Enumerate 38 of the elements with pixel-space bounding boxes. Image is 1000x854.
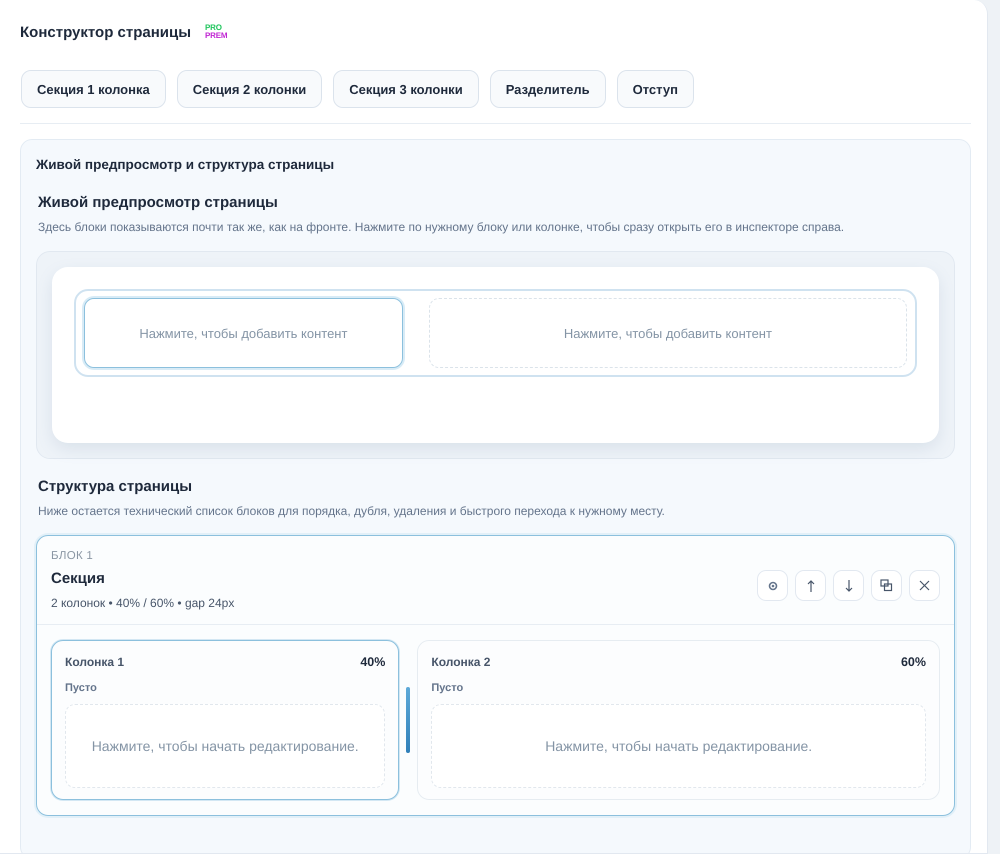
column-width: 40% bbox=[360, 655, 386, 669]
block-title: Секция bbox=[51, 570, 106, 587]
edit-hint: Нажмите, чтобы начать редактирование. bbox=[92, 738, 359, 754]
block-meta: 2 колонок • 40% / 60% • gap 24px bbox=[51, 596, 234, 610]
section-description: Здесь блоки показываются почти так же, как на фронте. Нажмите по нужному блоку или колонке, чтобы сразу открыть его в инспекторе справа. bbox=[38, 220, 846, 234]
add-content-hint: Нажмите, чтобы добавить контент bbox=[564, 326, 772, 340]
add-content-hint: Нажмите, чтобы добавить контент bbox=[139, 326, 348, 340]
resize-handle[interactable] bbox=[406, 687, 410, 753]
add-block-button[interactable]: Секция 3 колонки bbox=[333, 70, 479, 108]
arrow-up-icon bbox=[806, 578, 814, 592]
page-title: Конструктор страницы bbox=[20, 24, 192, 40]
add-block-button[interactable]: Отступ bbox=[616, 70, 694, 108]
duplicate-button[interactable] bbox=[871, 570, 902, 601]
column-card[interactable]: Колонка 2 60% Пусто Нажмите, чтобы начать редактирование. bbox=[417, 640, 940, 800]
close-icon bbox=[919, 580, 930, 591]
block-card[interactable]: БЛОК 1 Секция 2 колонок • 40% / 60% • gap 24px Колонка 1 40% Пусто Нажмите, чтобы начать редактирование. Колонка 2 60% Пусто Нажмите, чтобы начать редактирование. bbox=[36, 535, 955, 816]
add-block-button[interactable]: Секция 2 колонки bbox=[176, 70, 322, 108]
arrow-down-icon bbox=[844, 578, 852, 592]
delete-button[interactable] bbox=[909, 570, 940, 601]
add-block-button[interactable]: Разделитель bbox=[490, 70, 606, 108]
block-label: БЛОК 1 bbox=[51, 550, 94, 562]
badge-text: PRO bbox=[205, 24, 223, 32]
badge-text: PREM bbox=[205, 32, 228, 40]
circle-icon bbox=[768, 580, 778, 590]
duplicate-icon bbox=[880, 579, 893, 592]
edit-hint: Нажмите, чтобы начать редактирование. bbox=[545, 738, 812, 754]
column-status: Пусто bbox=[431, 682, 464, 694]
section-heading: Живой предпросмотр страницы bbox=[38, 194, 279, 211]
column-name: Колонка 1 bbox=[65, 655, 124, 669]
column-width: 60% bbox=[900, 655, 926, 669]
panel-title: Живой предпросмотр и структура страницы bbox=[36, 157, 336, 172]
add-block-button[interactable]: Секция 1 колонка bbox=[21, 70, 166, 108]
column-name: Колонка 2 bbox=[431, 655, 490, 669]
column-status: Пусто bbox=[65, 682, 98, 694]
section-heading: Структура страницы bbox=[38, 478, 194, 495]
section-description: Ниже остается технический список блоков для порядка, дубля, удаления и быстрого перехода к нужному месту. bbox=[38, 504, 666, 518]
visibility-button[interactable] bbox=[757, 570, 788, 601]
column-card[interactable]: Колонка 1 40% Пусто Нажмите, чтобы начать редактирование. bbox=[51, 640, 400, 800]
